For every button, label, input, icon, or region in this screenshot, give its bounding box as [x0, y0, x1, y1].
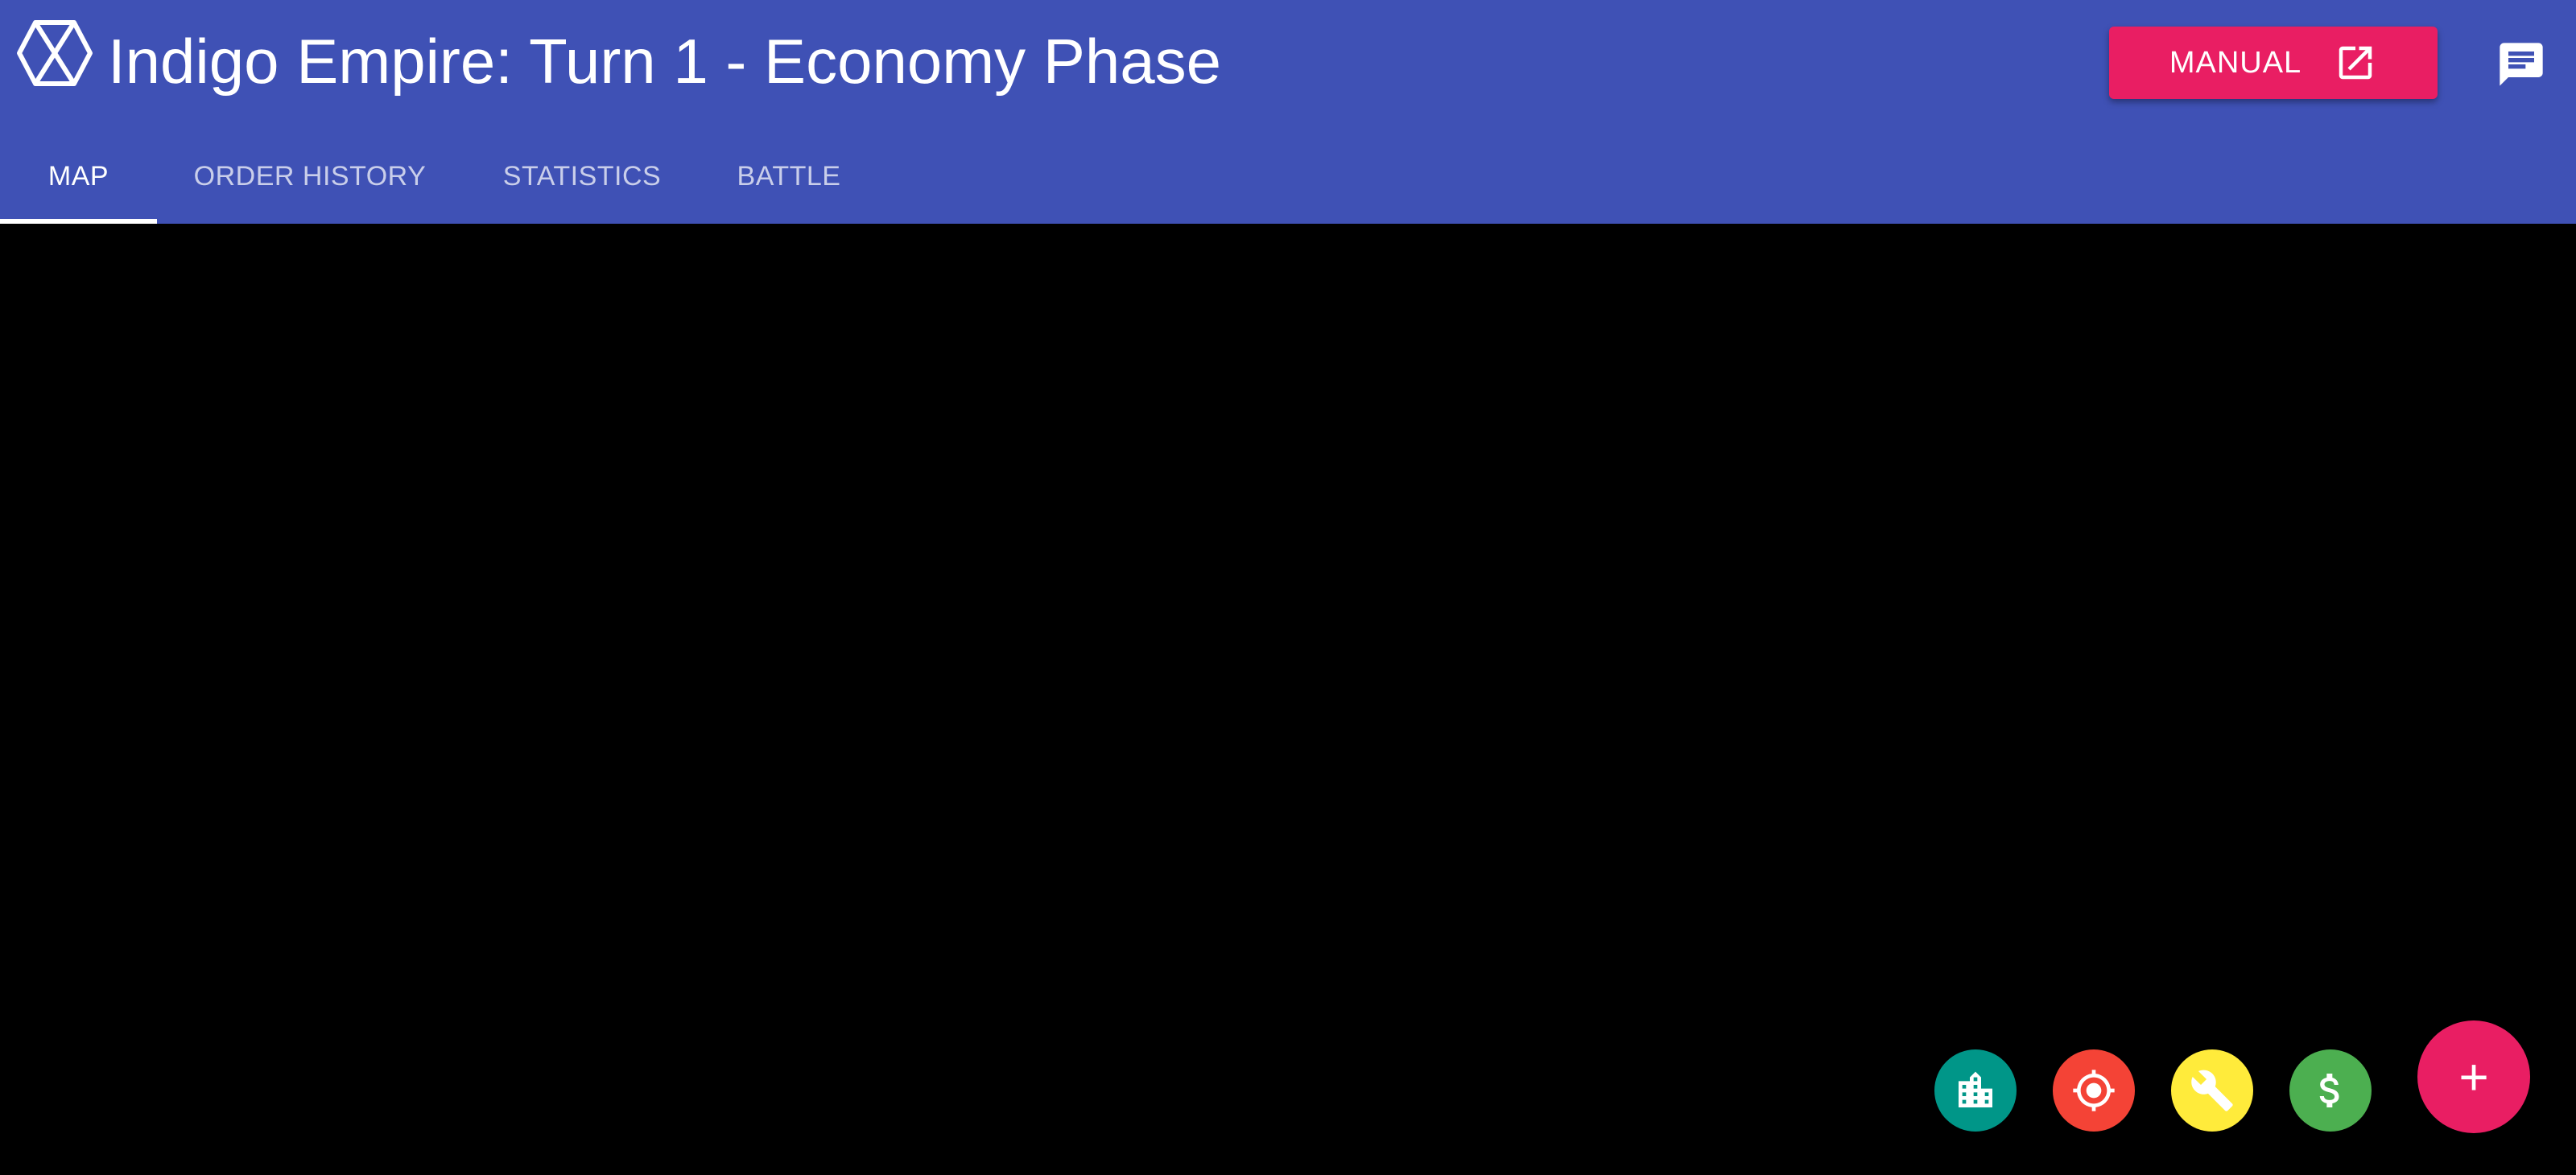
target-icon — [2073, 1070, 2115, 1111]
game-map-canvas[interactable] — [0, 224, 2576, 1175]
page-title: Indigo Empire: Turn 1 - Economy Phase — [108, 26, 1222, 97]
open-in-new-icon — [2339, 46, 2372, 80]
money-action-button[interactable] — [2289, 1049, 2372, 1132]
tab-statistics-label: STATISTICS — [502, 160, 662, 192]
wrench-action-button[interactable] — [2171, 1049, 2253, 1132]
tab-battle[interactable]: BATTLE — [701, 129, 877, 224]
city-action-button[interactable] — [1934, 1049, 2017, 1132]
manual-button-label: MANUAL — [2169, 45, 2302, 80]
dollar-icon — [2319, 1074, 2339, 1107]
hexagon-x-logo-icon — [17, 20, 93, 86]
add-fab-button[interactable]: + — [2417, 1020, 2530, 1133]
chat-icon — [2500, 43, 2543, 86]
manual-button[interactable]: MANUAL — [2109, 27, 2438, 99]
tab-statistics[interactable]: STATISTICS — [463, 129, 701, 224]
tab-battle-label: BATTLE — [737, 160, 841, 192]
app-bar: Indigo Empire: Turn 1 - Economy Phase MA… — [0, 0, 2576, 224]
chat-button[interactable] — [2496, 39, 2547, 90]
tab-order-history-label: ORDER HISTORY — [193, 160, 427, 192]
tab-map-label: MAP — [47, 160, 109, 192]
tab-bar: MAP ORDER HISTORY STATISTICS BATTLE — [0, 129, 877, 224]
wrench-icon — [2191, 1070, 2233, 1111]
plus-icon: + — [2458, 1048, 2489, 1106]
target-action-button[interactable] — [2053, 1049, 2135, 1132]
tab-order-history[interactable]: ORDER HISTORY — [157, 129, 463, 224]
city-icon — [1959, 1071, 1992, 1107]
tab-map[interactable]: MAP — [0, 129, 157, 224]
